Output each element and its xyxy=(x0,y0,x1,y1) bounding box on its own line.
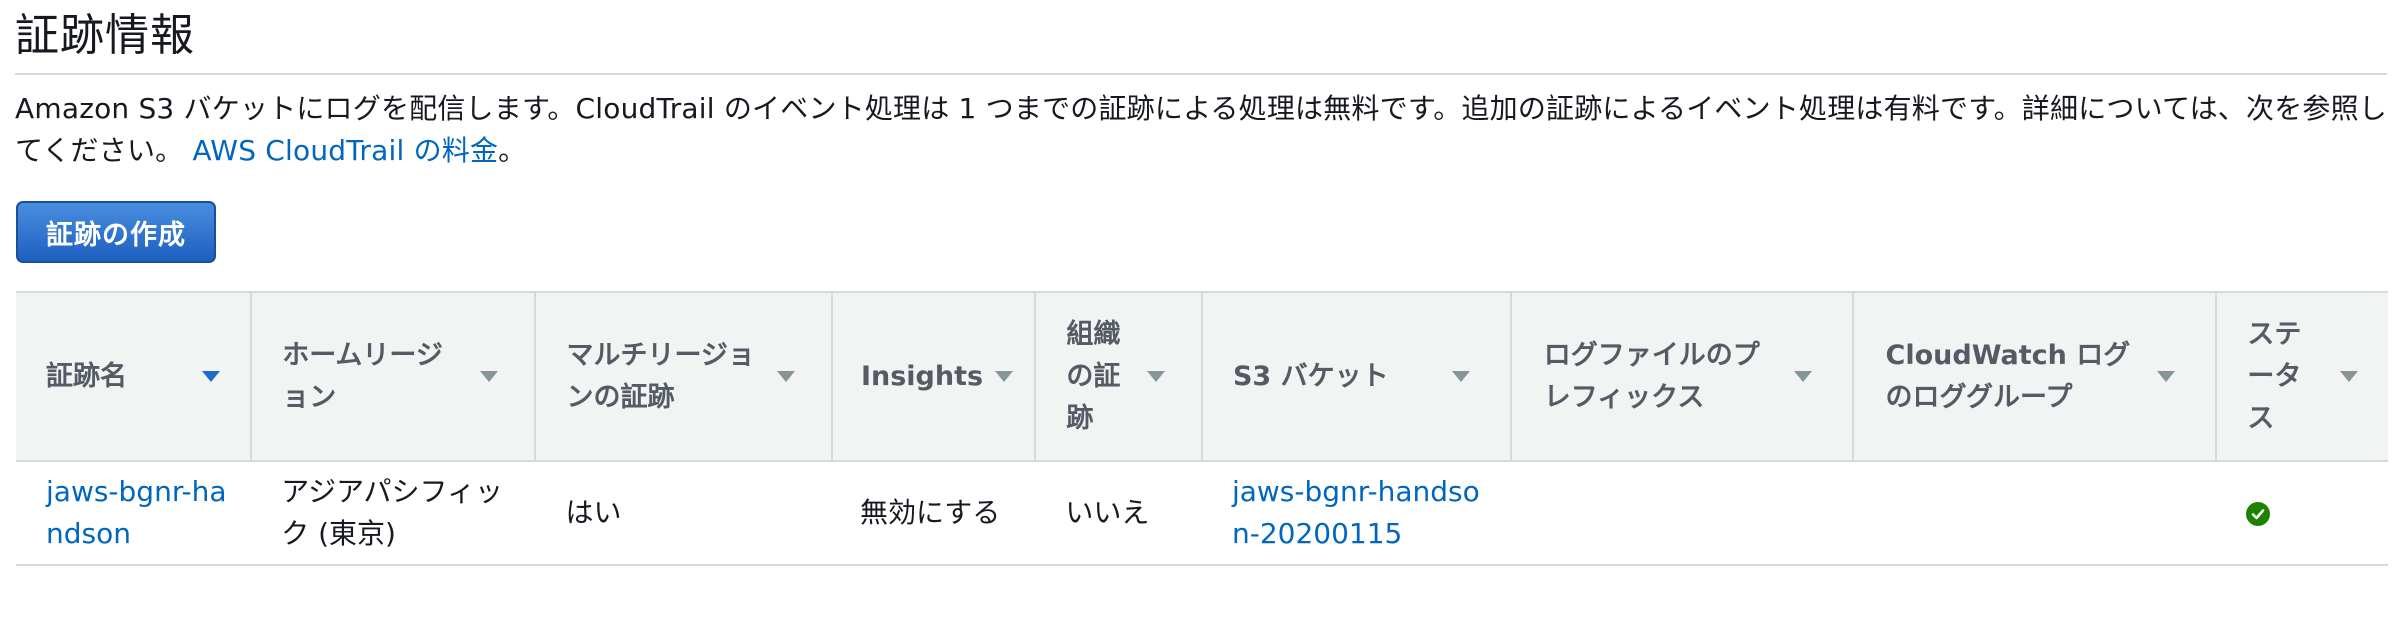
create-trail-button[interactable]: 証跡の作成 xyxy=(16,201,216,263)
column-label: ステータス xyxy=(2247,318,2302,434)
cloudtrail-trails-page: 証跡情報 Amazon S3 バケットにログを配信します。CloudTrail … xyxy=(0,0,2402,642)
page-title: 証跡情報 xyxy=(15,10,195,61)
cell-home-region: アジアパシフィック (東京) xyxy=(251,461,536,566)
check-circle-icon xyxy=(2246,502,2271,526)
description-end: 。 xyxy=(498,134,527,167)
column-label: ホームリージョン xyxy=(282,339,443,413)
column-header-organization[interactable]: 組織の証跡 xyxy=(1034,291,1202,462)
column-header-trail-name[interactable]: 証跡名 xyxy=(16,291,252,462)
column-label: ログファイルのプレフィックス xyxy=(1543,339,1760,413)
cell-s3-bucket: jaws-bgnr-handson-20200115 xyxy=(1201,461,1511,566)
column-label: 組織の証跡 xyxy=(1066,318,1121,434)
column-header-log-prefix[interactable]: ログファイルのプレフィックス xyxy=(1509,291,1853,462)
sort-icon[interactable] xyxy=(776,371,795,382)
table-header-row: 証跡名 ホームリージョン マルチリージョンの証跡 Insights 組織の証跡 … xyxy=(16,291,2388,462)
sort-icon[interactable] xyxy=(1793,371,1812,382)
page-description: Amazon S3 バケットにログを配信します。CloudTrail のイベント… xyxy=(15,88,2390,172)
trails-table: 証跡名 ホームリージョン マルチリージョンの証跡 Insights 組織の証跡 … xyxy=(16,291,2388,566)
sort-icon[interactable] xyxy=(2157,371,2176,382)
column-header-s3-bucket[interactable]: S3 バケット xyxy=(1200,291,1511,462)
column-label: S3 バケット xyxy=(1232,360,1389,392)
table-row: jaws-bgnr-handson アジアパシフィック (東京) はい 無効にす… xyxy=(16,461,2388,566)
sort-descending-icon[interactable] xyxy=(202,371,221,382)
column-label: CloudWatch ログのロググループ xyxy=(1885,339,2131,413)
cell-trail-name: jaws-bgnr-handson xyxy=(16,461,252,566)
column-header-status[interactable]: ステータス xyxy=(2215,291,2388,462)
column-header-insights[interactable]: Insights xyxy=(830,291,1036,462)
title-divider xyxy=(15,73,2387,75)
sort-icon[interactable] xyxy=(2340,371,2358,382)
cell-multi-region: はい xyxy=(535,461,832,566)
column-header-home-region[interactable]: ホームリージョン xyxy=(250,291,536,462)
cell-log-prefix xyxy=(1510,461,1853,566)
cell-organization: いいえ xyxy=(1035,461,1202,566)
column-header-multi-region[interactable]: マルチリージョンの証跡 xyxy=(534,291,832,462)
cell-status xyxy=(2216,461,2388,566)
cell-cloudwatch-log-group xyxy=(1852,461,2217,566)
s3-bucket-link[interactable]: jaws-bgnr-handson-20200115 xyxy=(1232,475,1480,550)
sort-icon[interactable] xyxy=(995,371,1014,382)
column-header-cloudwatch-log-group[interactable]: CloudWatch ログのロググループ xyxy=(1851,291,2217,462)
sort-icon[interactable] xyxy=(480,371,499,382)
cell-insights: 無効にする xyxy=(831,461,1036,566)
column-label: マルチリージョンの証跡 xyxy=(566,339,755,413)
column-label: 証跡名 xyxy=(46,360,127,392)
sort-icon[interactable] xyxy=(1146,371,1165,382)
column-label: Insights xyxy=(860,360,984,392)
sort-icon[interactable] xyxy=(1451,371,1470,382)
pricing-link[interactable]: AWS CloudTrail の料金 xyxy=(192,134,498,167)
trail-name-link[interactable]: jaws-bgnr-handson xyxy=(46,475,227,550)
